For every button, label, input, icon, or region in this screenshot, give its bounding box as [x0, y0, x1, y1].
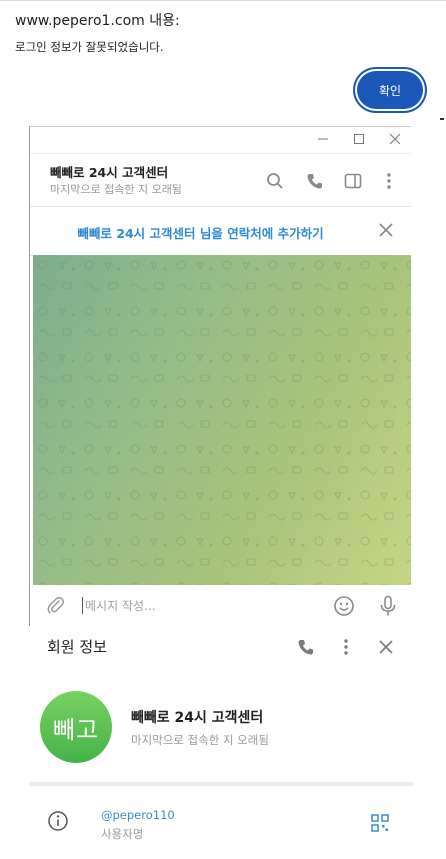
add-contact-bar: 빼빼로 24시 고객센터 님을 연락처에 추가하기 [30, 207, 411, 256]
alert-message: 로그인 정보가 잘못되었습니다. [15, 40, 164, 54]
paperclip-icon[interactable] [44, 594, 68, 618]
member-info-panel: 회원 정보 빼고 빼빼로 24시 고객센터 마지막으로 접속한 지 오래됨 @p… [29, 626, 413, 859]
browser-alert-dialog: www.pepero1.com 내용: 로그인 정보가 잘못되었습니다. 확인 [0, 0, 446, 121]
close-icon[interactable] [386, 131, 404, 147]
username-label: 사용자명 [101, 827, 144, 841]
phone-icon[interactable] [304, 170, 326, 192]
chat-header[interactable]: 빼빼로 24시 고객센터 마지막으로 접속한 지 오래됨 [30, 154, 411, 207]
maximize-icon[interactable] [350, 131, 368, 147]
chat-contact-status: 마지막으로 접속한 지 오래됨 [50, 183, 182, 196]
emoji-icon[interactable] [332, 594, 356, 618]
profile-name: 빼빼로 24시 고객센터 [131, 710, 264, 726]
alert-edge-mark [440, 118, 444, 120]
username-value: @pepero110 [101, 808, 175, 822]
chat-window: 빼빼로 24시 고객센터 마지막으로 접속한 지 오래됨 빼빼로 24시 고객센… [29, 126, 412, 627]
sidebar-toggle-icon[interactable] [342, 170, 364, 192]
message-composer: 메시지 작성... [30, 585, 412, 627]
username-row[interactable]: @pepero110 사용자명 [29, 794, 413, 854]
info-circle-icon [47, 810, 69, 832]
chat-contact-name: 빼빼로 24시 고객센터 [50, 165, 169, 180]
qr-code-icon[interactable] [371, 814, 389, 832]
more-icon[interactable] [378, 170, 400, 192]
chat-background [33, 255, 411, 585]
alert-title: www.pepero1.com 내용: [15, 13, 180, 29]
alert-ok-button[interactable]: 확인 [357, 71, 423, 109]
window-titlebar [30, 127, 411, 154]
minimize-icon[interactable] [314, 131, 332, 147]
profile-status: 마지막으로 접속한 지 오래됨 [131, 733, 269, 747]
chat-background-pattern [33, 255, 411, 585]
add-contact-link[interactable]: 빼빼로 24시 고객센터 님을 연락처에 추가하기 [30, 223, 371, 242]
message-input[interactable]: 메시지 작성... [82, 597, 155, 614]
info-close-icon[interactable] [375, 636, 397, 658]
avatar: 빼고 [40, 691, 112, 763]
info-panel-title: 회원 정보 [47, 638, 107, 656]
info-more-icon[interactable] [335, 636, 357, 658]
add-contact-close-icon[interactable] [377, 221, 395, 239]
profile-card: 빼고 빼빼로 24시 고객센터 마지막으로 접속한 지 오래됨 [29, 684, 413, 786]
microphone-icon[interactable] [376, 594, 400, 618]
search-icon[interactable] [264, 170, 286, 192]
info-phone-icon[interactable] [295, 636, 317, 658]
